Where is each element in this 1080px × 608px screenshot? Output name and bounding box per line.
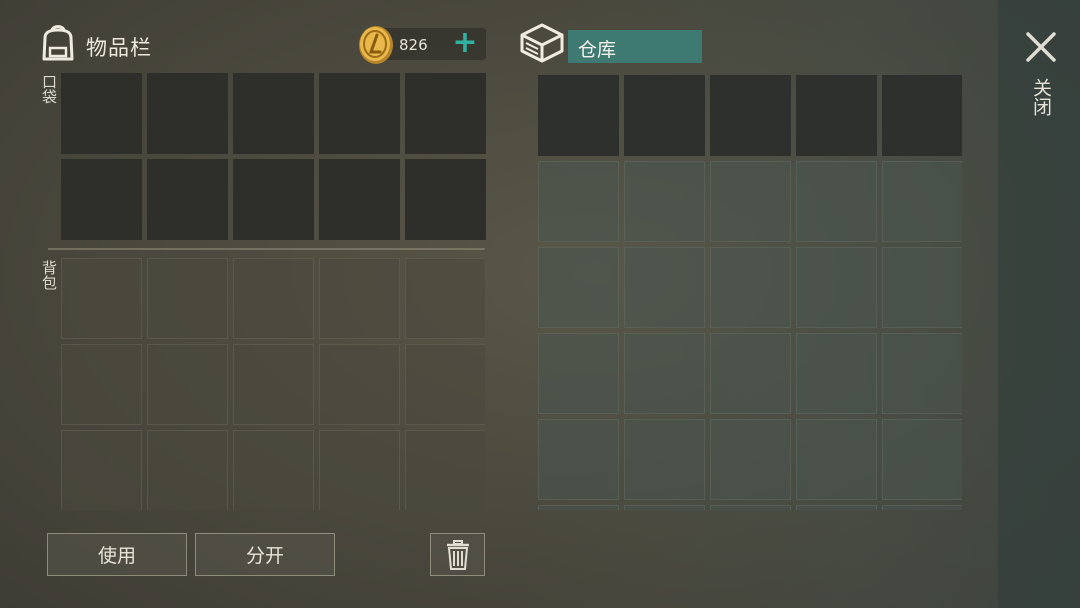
backpack-slot[interactable] <box>147 258 228 339</box>
backpack-slot[interactable] <box>405 258 485 339</box>
warehouse-slot[interactable] <box>796 419 877 500</box>
backpack-slot[interactable] <box>61 258 142 339</box>
close-label[interactable]: 关闭 <box>1030 78 1052 116</box>
pocket-slot[interactable] <box>61 73 142 154</box>
split-button[interactable]: 分开 <box>195 533 335 576</box>
trash-button[interactable] <box>430 533 485 576</box>
gold-coin-icon <box>359 26 393 64</box>
close-icon[interactable] <box>1022 28 1060 66</box>
backpack-slot[interactable] <box>147 430 228 510</box>
backpack-slot[interactable] <box>319 258 400 339</box>
pocket-slot[interactable] <box>61 159 142 240</box>
backpack-slot[interactable] <box>233 430 314 510</box>
trash-icon <box>446 539 469 570</box>
warehouse-slot[interactable] <box>710 247 791 328</box>
warehouse-slot[interactable] <box>710 505 791 510</box>
backpack-slot[interactable] <box>147 344 228 425</box>
backpack-slot[interactable] <box>405 344 485 425</box>
backpack-grid <box>61 258 485 510</box>
warehouse-slot[interactable] <box>538 333 619 414</box>
pocket-slot[interactable] <box>233 159 314 240</box>
inventory-title: 物品栏 <box>86 36 152 60</box>
warehouse-slot[interactable] <box>796 75 877 156</box>
warehouse-slot[interactable] <box>796 333 877 414</box>
warehouse-slot[interactable] <box>796 247 877 328</box>
warehouse-slot[interactable] <box>882 333 962 414</box>
pocket-slot[interactable] <box>147 73 228 154</box>
pocket-grid <box>61 73 486 240</box>
backpack-slot[interactable] <box>319 344 400 425</box>
warehouse-slot[interactable] <box>710 333 791 414</box>
use-button[interactable]: 使用 <box>47 533 187 576</box>
backpack-slot[interactable] <box>233 258 314 339</box>
warehouse-slot[interactable] <box>710 161 791 242</box>
backpack-slot[interactable] <box>61 344 142 425</box>
warehouse-slot[interactable] <box>624 419 705 500</box>
warehouse-slot[interactable] <box>882 161 962 242</box>
warehouse-slot[interactable] <box>538 419 619 500</box>
warehouse-area <box>538 75 962 510</box>
pocket-label: 口袋 <box>40 74 58 104</box>
pocket-slot[interactable] <box>405 159 486 240</box>
backpack-slot[interactable] <box>319 430 400 510</box>
backpack-slot[interactable] <box>405 430 485 510</box>
pocket-slot[interactable] <box>233 73 314 154</box>
warehouse-slot[interactable] <box>796 161 877 242</box>
warehouse-box-icon <box>520 23 564 63</box>
section-divider <box>48 248 485 250</box>
warehouse-slot[interactable] <box>624 161 705 242</box>
warehouse-slot[interactable] <box>538 161 619 242</box>
warehouse-slot[interactable] <box>882 247 962 328</box>
warehouse-slot[interactable] <box>710 75 791 156</box>
backpack-area <box>61 258 485 510</box>
warehouse-slot[interactable] <box>624 247 705 328</box>
warehouse-slot[interactable] <box>710 419 791 500</box>
add-currency-button[interactable]: + <box>450 28 480 60</box>
warehouse-slot[interactable] <box>624 75 705 156</box>
warehouse-slot[interactable] <box>796 505 877 510</box>
warehouse-slot[interactable] <box>882 505 962 510</box>
warehouse-grid <box>538 75 962 510</box>
pocket-slot[interactable] <box>147 159 228 240</box>
backpack-slot[interactable] <box>61 430 142 510</box>
backpack-icon <box>42 25 74 61</box>
warehouse-slot[interactable] <box>624 505 705 510</box>
warehouse-slot[interactable] <box>538 247 619 328</box>
backpack-slot[interactable] <box>233 344 314 425</box>
pocket-slot[interactable] <box>405 73 486 154</box>
warehouse-slot[interactable] <box>538 505 619 510</box>
warehouse-slot[interactable] <box>624 333 705 414</box>
warehouse-slot[interactable] <box>538 75 619 156</box>
warehouse-slot[interactable] <box>882 75 962 156</box>
currency-amount: 826 <box>399 36 428 54</box>
warehouse-slot[interactable] <box>882 419 962 500</box>
pocket-slot[interactable] <box>319 159 400 240</box>
pocket-slot[interactable] <box>319 73 400 154</box>
backpack-label: 背包 <box>40 260 58 290</box>
warehouse-title: 仓库 <box>568 30 702 63</box>
